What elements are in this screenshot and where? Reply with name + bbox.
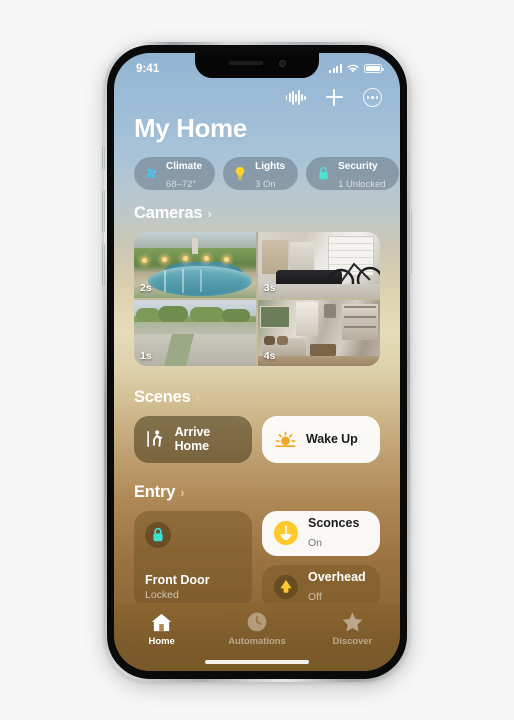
camera-timestamp: 2s bbox=[140, 282, 152, 294]
tab-label: Automations bbox=[228, 636, 286, 647]
scene-label: Arrive Home bbox=[174, 425, 211, 453]
section-title: Scenes bbox=[134, 387, 191, 406]
accessory-name: Sconces bbox=[308, 516, 360, 531]
camera-timestamp: 3s bbox=[263, 282, 276, 294]
tab-label: Home bbox=[148, 636, 175, 647]
battery-icon bbox=[364, 64, 384, 73]
camera-tile[interactable]: 2s bbox=[134, 232, 257, 298]
signal-bars-icon bbox=[328, 64, 342, 73]
chevron-right-icon: › bbox=[180, 484, 185, 500]
star-icon bbox=[341, 611, 364, 633]
accessory-state: Off bbox=[308, 591, 322, 603]
accessory-state: Locked bbox=[145, 588, 179, 601]
scenes-section-header[interactable]: Scenes › bbox=[114, 388, 400, 407]
lightbulb-icon bbox=[232, 166, 248, 182]
plus-icon[interactable] bbox=[326, 89, 343, 106]
ellipsis-circle-icon[interactable] bbox=[363, 88, 382, 107]
chip-subtitle: 3 On bbox=[255, 178, 276, 190]
chip-title: Climate bbox=[166, 160, 203, 172]
camera-tile[interactable]: 4s bbox=[257, 299, 380, 366]
camera-timestamp: 4s bbox=[263, 349, 276, 362]
device-bezel: 9:41 My Home Climate 68–72° Lights 3 On … bbox=[107, 45, 407, 679]
scenes-section: Scenes › Arrive Home Wake Up bbox=[114, 366, 400, 463]
status-chip-climate[interactable]: Climate 68–72° bbox=[134, 157, 216, 190]
chip-title: Security bbox=[338, 160, 378, 172]
scene-tile-wake-up[interactable]: Wake Up bbox=[262, 415, 380, 463]
camera-timestamp: 1s bbox=[140, 349, 152, 362]
fan-icon bbox=[143, 166, 159, 182]
front-camera-icon bbox=[278, 59, 286, 67]
scene-tile-arrive-home[interactable]: Arrive Home bbox=[134, 415, 252, 463]
iphone-device-frame: 9:41 My Home Climate 68–72° Lights 3 On … bbox=[102, 42, 412, 682]
volume-down-button[interactable] bbox=[102, 244, 105, 286]
phone-screen: 9:41 My Home Climate 68–72° Lights 3 On … bbox=[114, 53, 400, 671]
home-indicator[interactable] bbox=[205, 660, 309, 664]
accessory-name: Overhead bbox=[308, 570, 366, 585]
sunrise-icon bbox=[275, 431, 296, 448]
chip-subtitle: 1 Unlocked bbox=[338, 178, 386, 190]
camera-grid: 2s 3s 1s 4s bbox=[134, 232, 380, 366]
lock-closed-icon bbox=[145, 521, 171, 548]
camera-tile[interactable]: 3s bbox=[257, 232, 380, 298]
status-chip-security[interactable]: Security 1 Unlocked bbox=[306, 157, 399, 190]
home-app-content: My Home Climate 68–72° Lights 3 On Secur… bbox=[114, 53, 400, 671]
sconce-lamp-icon bbox=[273, 520, 299, 546]
cameras-section: Cameras › 2s 3s 1s 4s bbox=[114, 190, 400, 366]
walking-person-icon bbox=[147, 430, 163, 448]
clock-icon bbox=[246, 611, 268, 633]
status-bar-indicators bbox=[328, 63, 384, 74]
chevron-right-icon: › bbox=[207, 206, 212, 221]
chevron-right-icon: › bbox=[195, 389, 200, 405]
entry-section: Entry › Front Door Locked Sconces On Ove… bbox=[114, 463, 400, 610]
tab-discover[interactable]: Discover bbox=[314, 611, 390, 647]
scene-tiles: Arrive Home Wake Up bbox=[134, 415, 380, 463]
section-title: Entry bbox=[134, 482, 176, 501]
notch bbox=[195, 53, 319, 78]
chip-title: Lights bbox=[255, 160, 286, 172]
section-title: Cameras bbox=[134, 204, 203, 222]
top-action-bar bbox=[114, 80, 400, 107]
entry-section-header[interactable]: Entry › bbox=[114, 483, 400, 502]
tab-home[interactable]: Home bbox=[124, 611, 200, 647]
earpiece-speaker bbox=[228, 61, 263, 65]
page-title: My Home bbox=[134, 113, 247, 143]
screenshot-canvas: 9:41 My Home Climate 68–72° Lights 3 On … bbox=[0, 0, 514, 720]
accessory-card-front-door[interactable]: Front Door Locked bbox=[134, 510, 252, 609]
wifi-icon bbox=[347, 64, 359, 73]
silent-switch[interactable] bbox=[102, 146, 105, 170]
accessory-card-sconces[interactable]: Sconces On bbox=[262, 510, 380, 556]
cameras-section-header[interactable]: Cameras › bbox=[114, 204, 400, 223]
status-chip-row[interactable]: Climate 68–72° Lights 3 On Security 1 Un… bbox=[114, 144, 400, 190]
status-chip-lights[interactable]: Lights 3 On bbox=[223, 157, 299, 190]
chip-subtitle: 68–72° bbox=[166, 178, 197, 190]
waveform-icon[interactable] bbox=[285, 90, 306, 105]
side-power-button[interactable] bbox=[409, 210, 412, 274]
accessory-name: Front Door bbox=[145, 572, 210, 587]
scene-label: Wake Up bbox=[306, 432, 358, 446]
camera-tile[interactable]: 1s bbox=[134, 299, 257, 366]
ceiling-light-icon bbox=[273, 574, 299, 600]
volume-up-button[interactable] bbox=[102, 190, 105, 232]
status-bar-time: 9:41 bbox=[136, 62, 160, 75]
tab-automations[interactable]: Automations bbox=[219, 611, 295, 647]
lock-icon bbox=[315, 166, 331, 182]
accessory-state: On bbox=[308, 537, 323, 549]
house-icon bbox=[150, 611, 173, 633]
tab-label: Discover bbox=[332, 636, 373, 647]
entry-accessory-grid: Front Door Locked Sconces On Overhead Of… bbox=[134, 510, 380, 610]
